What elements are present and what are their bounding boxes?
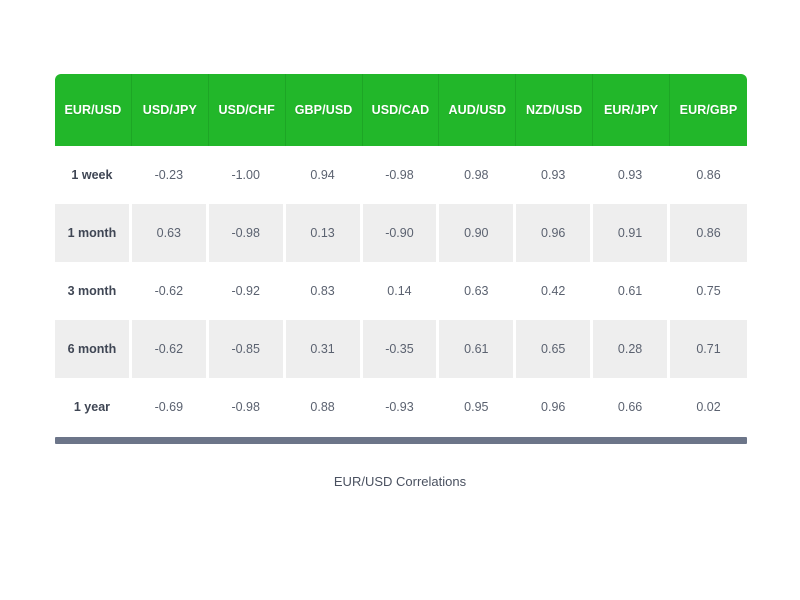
cell-value: -0.69 — [131, 378, 209, 436]
cell-value: -0.98 — [208, 204, 286, 262]
table-row: 1 month 0.63 -0.98 0.13 -0.90 0.90 0.96 … — [55, 204, 747, 262]
cell-value: -0.93 — [362, 378, 440, 436]
cell-value: 0.31 — [285, 320, 363, 378]
table-header-row: EUR/USD USD/JPY USD/CHF GBP/USD USD/CAD … — [55, 74, 747, 146]
cell-value: 0.95 — [439, 378, 517, 436]
cell-value: 0.96 — [516, 378, 594, 436]
cell-value: 0.42 — [516, 262, 594, 320]
correlation-table: EUR/USD USD/JPY USD/CHF GBP/USD USD/CAD … — [55, 74, 747, 436]
row-label: 1 year — [55, 378, 132, 436]
cell-value: -0.98 — [362, 146, 440, 204]
table-row: 3 month -0.62 -0.92 0.83 0.14 0.63 0.42 … — [55, 262, 747, 320]
column-header-usd-jpy[interactable]: USD/JPY — [131, 74, 209, 146]
cell-value: -0.62 — [131, 262, 209, 320]
column-header-aud-usd[interactable]: AUD/USD — [439, 74, 517, 146]
cell-value: -0.85 — [208, 320, 286, 378]
column-header-eur-gbp[interactable]: EUR/GBP — [670, 74, 747, 146]
row-label: 1 week — [55, 146, 132, 204]
cell-value: 0.65 — [516, 320, 594, 378]
row-label: 3 month — [55, 262, 132, 320]
cell-value: 0.83 — [285, 262, 363, 320]
cell-value: 0.86 — [670, 204, 747, 262]
table-row: 1 week -0.23 -1.00 0.94 -0.98 0.98 0.93 … — [55, 146, 747, 204]
cell-value: 0.90 — [439, 204, 517, 262]
cell-value: 0.66 — [593, 378, 670, 436]
cell-value: 0.61 — [439, 320, 517, 378]
column-header-label: AUD/USD — [448, 103, 507, 117]
cell-value: 0.13 — [285, 204, 363, 262]
table-body: 1 week -0.23 -1.00 0.94 -0.98 0.98 0.93 … — [55, 146, 747, 436]
cell-value: 0.61 — [593, 262, 670, 320]
table-bottom-bar — [55, 437, 747, 444]
cell-value: -1.00 — [208, 146, 286, 204]
column-header-label: GBP/USD — [294, 103, 353, 117]
cell-value: 0.63 — [131, 204, 209, 262]
cell-value: -0.92 — [208, 262, 286, 320]
column-header-label: NZD/USD — [526, 103, 583, 117]
cell-value: -0.35 — [362, 320, 440, 378]
cell-value: 0.86 — [670, 146, 747, 204]
cell-value: -0.23 — [131, 146, 209, 204]
table-caption: EUR/USD Correlations — [333, 474, 467, 489]
cell-value: 0.28 — [593, 320, 670, 378]
cell-value: 0.91 — [593, 204, 670, 262]
row-label: 6 month — [55, 320, 132, 378]
column-header-label: EUR/JPY — [603, 103, 659, 117]
column-header-label: USD/CAD — [371, 103, 430, 117]
correlation-table-container: EUR/USD USD/JPY USD/CHF GBP/USD USD/CAD … — [55, 74, 747, 436]
column-header-label: USD/JPY — [142, 103, 197, 117]
cell-value: 0.93 — [593, 146, 670, 204]
cell-value: -0.98 — [208, 378, 286, 436]
cell-value: 0.96 — [516, 204, 594, 262]
column-header-usd-chf[interactable]: USD/CHF — [208, 74, 286, 146]
cell-value: 0.02 — [670, 378, 747, 436]
column-header-usd-cad[interactable]: USD/CAD — [362, 74, 440, 146]
cell-value: 0.71 — [670, 320, 747, 378]
table-head: EUR/USD USD/JPY USD/CHF GBP/USD USD/CAD … — [55, 74, 747, 146]
row-label: 1 month — [55, 204, 132, 262]
column-header-eur-usd[interactable]: EUR/USD — [55, 74, 132, 146]
table-row: 1 year -0.69 -0.98 0.88 -0.93 0.95 0.96 … — [55, 378, 747, 436]
column-header-nzd-usd[interactable]: NZD/USD — [516, 74, 594, 146]
cell-value: 0.75 — [670, 262, 747, 320]
cell-value: 0.98 — [439, 146, 517, 204]
cell-value: 0.14 — [362, 262, 440, 320]
column-header-label: USD/CHF — [218, 103, 275, 117]
cell-value: 0.63 — [439, 262, 517, 320]
table-row: 6 month -0.62 -0.85 0.31 -0.35 0.61 0.65… — [55, 320, 747, 378]
cell-value: 0.93 — [516, 146, 594, 204]
column-header-label: EUR/GBP — [679, 103, 738, 117]
column-header-label: EUR/USD — [64, 103, 122, 117]
column-header-eur-jpy[interactable]: EUR/JPY — [593, 74, 670, 146]
cell-value: -0.90 — [362, 204, 440, 262]
cell-value: -0.62 — [131, 320, 209, 378]
cell-value: 0.94 — [285, 146, 363, 204]
column-header-gbp-usd[interactable]: GBP/USD — [285, 74, 363, 146]
page-root: EUR/USD USD/JPY USD/CHF GBP/USD USD/CAD … — [0, 0, 800, 600]
cell-value: 0.88 — [285, 378, 363, 436]
